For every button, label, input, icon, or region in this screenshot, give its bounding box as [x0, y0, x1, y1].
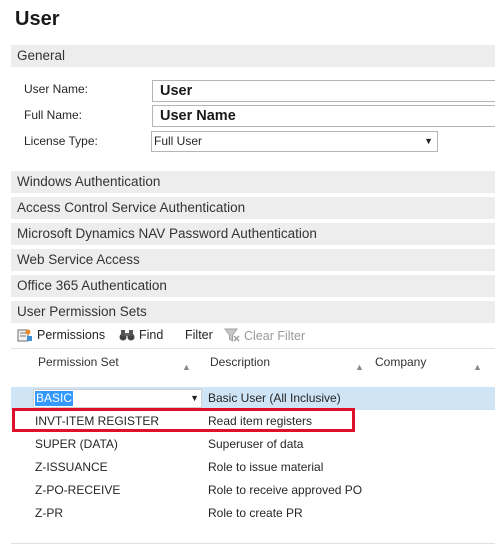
permissions-icon — [17, 328, 33, 342]
find-button[interactable]: Find — [119, 328, 163, 342]
filter-button[interactable]: Filter — [185, 328, 213, 342]
section-office365-authentication[interactable]: Office 365 Authentication — [11, 275, 495, 297]
table-row[interactable]: Z-ISSUANCE Role to issue material — [11, 456, 495, 479]
permission-set-cell: SUPER (DATA) — [35, 437, 118, 451]
find-label: Find — [139, 328, 164, 342]
clear-filter-label: Clear Filter — [244, 328, 306, 343]
description-cell: Role to issue material — [208, 460, 324, 474]
permissions-label: Permissions — [37, 328, 106, 342]
license-type-select[interactable]: Full User ▼ — [151, 131, 438, 152]
user-name-label: User Name: — [24, 82, 89, 96]
dropdown-arrow-icon[interactable]: ▼ — [424, 132, 433, 151]
divider — [11, 543, 495, 544]
description-cell: Role to create PR — [208, 506, 303, 520]
permission-set-cell: Z-PR — [35, 506, 63, 520]
table-row-selected[interactable]: BASIC ▼ Basic User (All Inclusive) — [11, 387, 495, 410]
sort-arrow-icon[interactable]: ▲ — [182, 362, 191, 372]
license-type-label: License Type: — [24, 134, 98, 148]
column-header-permission-set[interactable]: Permission Set — [38, 355, 119, 369]
clear-filter-button[interactable]: Clear Filter — [224, 328, 305, 343]
section-user-permission-sets[interactable]: User Permission Sets — [11, 301, 495, 323]
column-header-company[interactable]: Company — [375, 355, 426, 369]
sort-arrow-icon[interactable]: ▲ — [473, 362, 482, 372]
user-name-field[interactable]: User — [152, 80, 495, 102]
table-row[interactable]: Z-PR Role to create PR — [11, 502, 495, 525]
annotation-highlight-box — [12, 408, 355, 432]
grid-header: Permission Set ▲ Description ▲ Company ▲ — [11, 348, 495, 388]
license-type-value: Full User — [154, 134, 203, 148]
clear-filter-icon — [224, 328, 240, 343]
section-windows-authentication[interactable]: Windows Authentication — [11, 171, 495, 193]
permissions-button[interactable]: Permissions — [17, 328, 105, 342]
permission-set-combobox[interactable]: BASIC ▼ — [33, 389, 202, 408]
page-title: User — [15, 8, 60, 30]
section-general[interactable]: General — [11, 45, 495, 67]
column-header-description[interactable]: Description — [210, 355, 270, 369]
full-name-label: Full Name: — [24, 108, 83, 122]
table-row[interactable]: SUPER (DATA) Superuser of data — [11, 433, 495, 456]
permission-sets-toolbar: Permissions Find Filter Clear Filter — [11, 323, 495, 348]
description-cell: Basic User (All Inclusive) — [208, 391, 341, 405]
section-acs-authentication[interactable]: Access Control Service Authentication — [11, 197, 495, 219]
table-row[interactable]: Z-PO-RECEIVE Role to receive approved PO — [11, 479, 495, 502]
permission-set-value[interactable]: BASIC — [35, 391, 74, 406]
filter-label: Filter — [185, 328, 213, 342]
permission-set-cell: Z-ISSUANCE — [35, 460, 108, 474]
description-cell: Role to receive approved PO — [208, 483, 363, 497]
sort-arrow-icon[interactable]: ▲ — [355, 362, 364, 372]
permission-set-cell: Z-PO-RECEIVE — [35, 483, 121, 497]
section-nav-password-authentication[interactable]: Microsoft Dynamics NAV Password Authenti… — [11, 223, 495, 245]
section-web-service-access[interactable]: Web Service Access — [11, 249, 495, 271]
description-cell: Superuser of data — [208, 437, 304, 451]
binoculars-icon — [119, 328, 135, 342]
full-name-field[interactable]: User Name — [152, 105, 495, 127]
dropdown-arrow-icon[interactable]: ▼ — [190, 390, 199, 407]
